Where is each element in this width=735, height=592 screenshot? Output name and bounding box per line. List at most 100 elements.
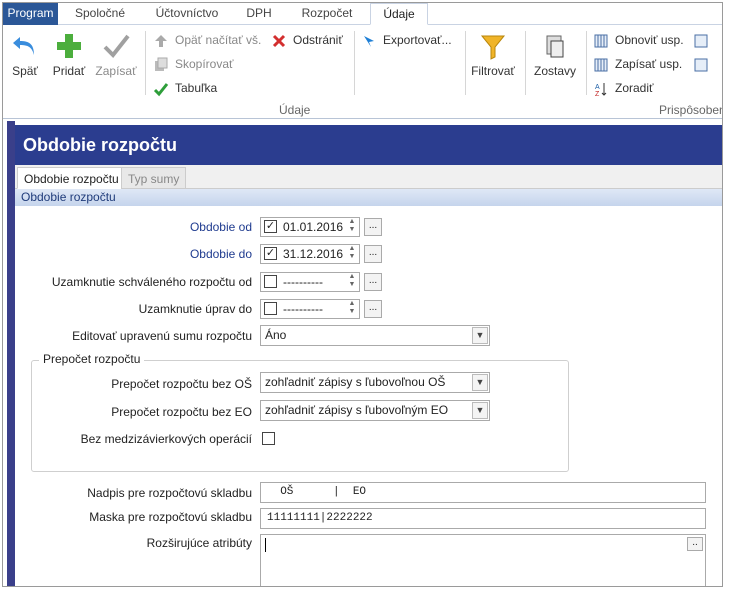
form-content: Obdobie od ✓ 01.01.2016 ▲ ▼ ... Obdobie d… [15,206,722,586]
tab-accounting[interactable]: Účtovníctvo [145,3,229,25]
edit-sum-label: Editovať upravenú sumu rozpočtu [72,329,252,343]
back-button[interactable]: Späť [7,31,43,78]
export-button[interactable]: Exportovať... [361,31,452,49]
back-icon [13,37,34,55]
mask-label: Maska pre rozpočtovú skladbu [89,510,252,524]
recalc-eo-value: zohľadniť zápisy s ľubovoľným EO [265,403,449,417]
attributes-picker-button[interactable]: .. [687,537,703,551]
reload-icon [153,33,169,49]
interaccount-label: Bez medzizávierkových operácií [80,432,252,446]
caption-label: Nadpis pre rozpočtovú skladbu [87,486,252,500]
chevron-down-icon[interactable]: ▼ [472,374,488,391]
extra-icon-2[interactable] [693,55,715,73]
period-from-field[interactable]: ✓ 01.01.2016 ▲ ▼ [260,217,360,237]
recalc-eo-label: Prepočet rozpočtu bez EO [111,405,252,419]
period-from-checkbox[interactable]: ✓ [264,220,277,233]
delete-button[interactable]: Odstrániť [271,31,343,49]
table-label: Tabuľka [175,81,218,95]
tab-budget[interactable]: Rozpočet [291,3,363,25]
group-customize-label: Prispôsoben [659,103,723,117]
filter-label: Filtrovať [471,64,515,78]
copy-label: Skopírovať [175,57,234,71]
attributes-label: Rozširujúce atribúty [146,536,252,550]
sort-button[interactable]: A Z Zoradiť [593,79,654,98]
table-check-icon [153,81,169,97]
lock-approved-field[interactable]: ---------- ▲ ▼ [260,272,360,292]
recalc-legend: Prepočet rozpočtu [39,352,145,366]
table-button[interactable]: Tabuľka [153,79,217,97]
export-icon [361,33,377,49]
report-icon [546,35,564,58]
period-to-spin[interactable]: ▲ ▼ [346,245,358,263]
interaccount-checkbox[interactable] [262,432,275,445]
refresh-settings-button[interactable]: Obnoviť usp. [593,31,684,49]
reports-label: Zostavy [533,64,576,78]
chevron-down-icon[interactable]: ▼ [472,327,488,344]
ribbon: Späť Pridať Zapísať Opäť načítať vš. Ods… [3,25,722,119]
lock-approved-value: ---------- [283,275,323,289]
save-settings-label: Zapísať usp. [615,57,683,71]
subtabs: Obdobie rozpočtu Typ sumy [15,165,722,189]
lock-approved-spin[interactable]: ▲ ▼ [346,273,358,291]
period-to-picker-button[interactable]: ... [364,245,382,263]
period-to-label: Obdobie do [189,247,252,261]
lock-approved-picker-button[interactable]: ... [364,273,382,291]
lock-approved-label: Uzamknutie schváleného rozpočtu od [51,275,252,289]
edit-sum-select[interactable]: Áno ▼ [260,325,490,346]
check-icon [103,34,130,59]
period-to-value: 31.12.2016 [283,247,344,261]
copy-icon [153,57,169,73]
export-label: Exportovať... [383,33,452,47]
add-label: Pridať [52,64,86,78]
edit-sum-value: Áno [265,328,287,342]
copy-button[interactable]: Skopírovať [153,55,234,73]
chevron-down-icon[interactable]: ▼ [472,402,488,419]
mask-input[interactable]: 11111111|2222222 [260,508,706,529]
section-header: Obdobie rozpočtu [15,189,722,206]
period-from-value: 01.01.2016 [283,220,344,234]
tab-amount-type[interactable]: Typ sumy [121,167,187,189]
sort-az-icon: AZ [593,81,609,98]
period-from-spin[interactable]: ▲ ▼ [346,218,358,236]
period-to-checkbox[interactable]: ✓ [264,247,277,260]
tab-data[interactable]: Údaje [370,3,428,25]
extra-icon-1[interactable] [693,31,715,49]
svg-text:A: A [595,84,600,91]
funnel-icon [480,35,506,60]
refresh-settings-icon [593,33,609,49]
recalc-os-value: zohľadniť zápisy s ľubovoľnou OŠ [265,375,446,389]
lock-edit-field[interactable]: ---------- ▲ ▼ [260,299,360,319]
left-bar [7,121,15,586]
add-button[interactable]: Pridať [49,31,89,78]
recalc-eo-select[interactable]: zohľadniť zápisy s ľubovoľným EO ▼ [260,400,490,421]
caption-input[interactable]: OŠ | EO [260,482,706,503]
back-label: Späť [12,64,38,78]
lock-edit-picker-button[interactable]: ... [364,300,382,318]
save-settings-button[interactable]: Zapísať usp. [593,55,682,73]
recalc-os-label: Prepočet rozpočtu bez OŠ [111,377,252,391]
period-to-field[interactable]: ✓ 31.12.2016 ▲ ▼ [260,244,360,264]
lock-edit-spin[interactable]: ▲ ▼ [346,300,358,318]
lock-edit-label: Uzamknutie úprav do [138,302,252,316]
recalc-os-select[interactable]: zohľadniť zápisy s ľubovoľnou OŠ ▼ [260,372,490,393]
period-from-picker-button[interactable]: ... [364,218,382,236]
reload-button[interactable]: Opäť načítať vš. [153,31,261,49]
window: Program Spoločné Účtovníctvo DPH Rozpoče… [2,2,723,587]
write-button[interactable]: Zapísať [93,31,139,78]
tab-vat[interactable]: DPH [239,3,279,25]
tab-common[interactable]: Spoločné [65,3,135,25]
tab-program[interactable]: Program [3,3,58,25]
delete-label: Odstrániť [293,33,343,47]
period-from-label: Obdobie od [189,220,252,234]
attributes-input[interactable]: .. [260,534,706,586]
lock-edit-checkbox[interactable] [264,302,277,315]
sort-label: Zoradiť [615,81,654,95]
reload-label: Opäť načítať vš. [175,33,262,47]
tab-budget-period[interactable]: Obdobie rozpočtu [17,167,126,189]
lock-approved-checkbox[interactable] [264,275,277,288]
save-settings-icon [593,57,609,73]
lock-edit-value: ---------- [283,302,323,316]
svg-text:Z: Z [595,91,600,97]
reports-button[interactable]: Zostavy [531,33,579,78]
filter-button[interactable]: Filtrovať [469,33,517,78]
